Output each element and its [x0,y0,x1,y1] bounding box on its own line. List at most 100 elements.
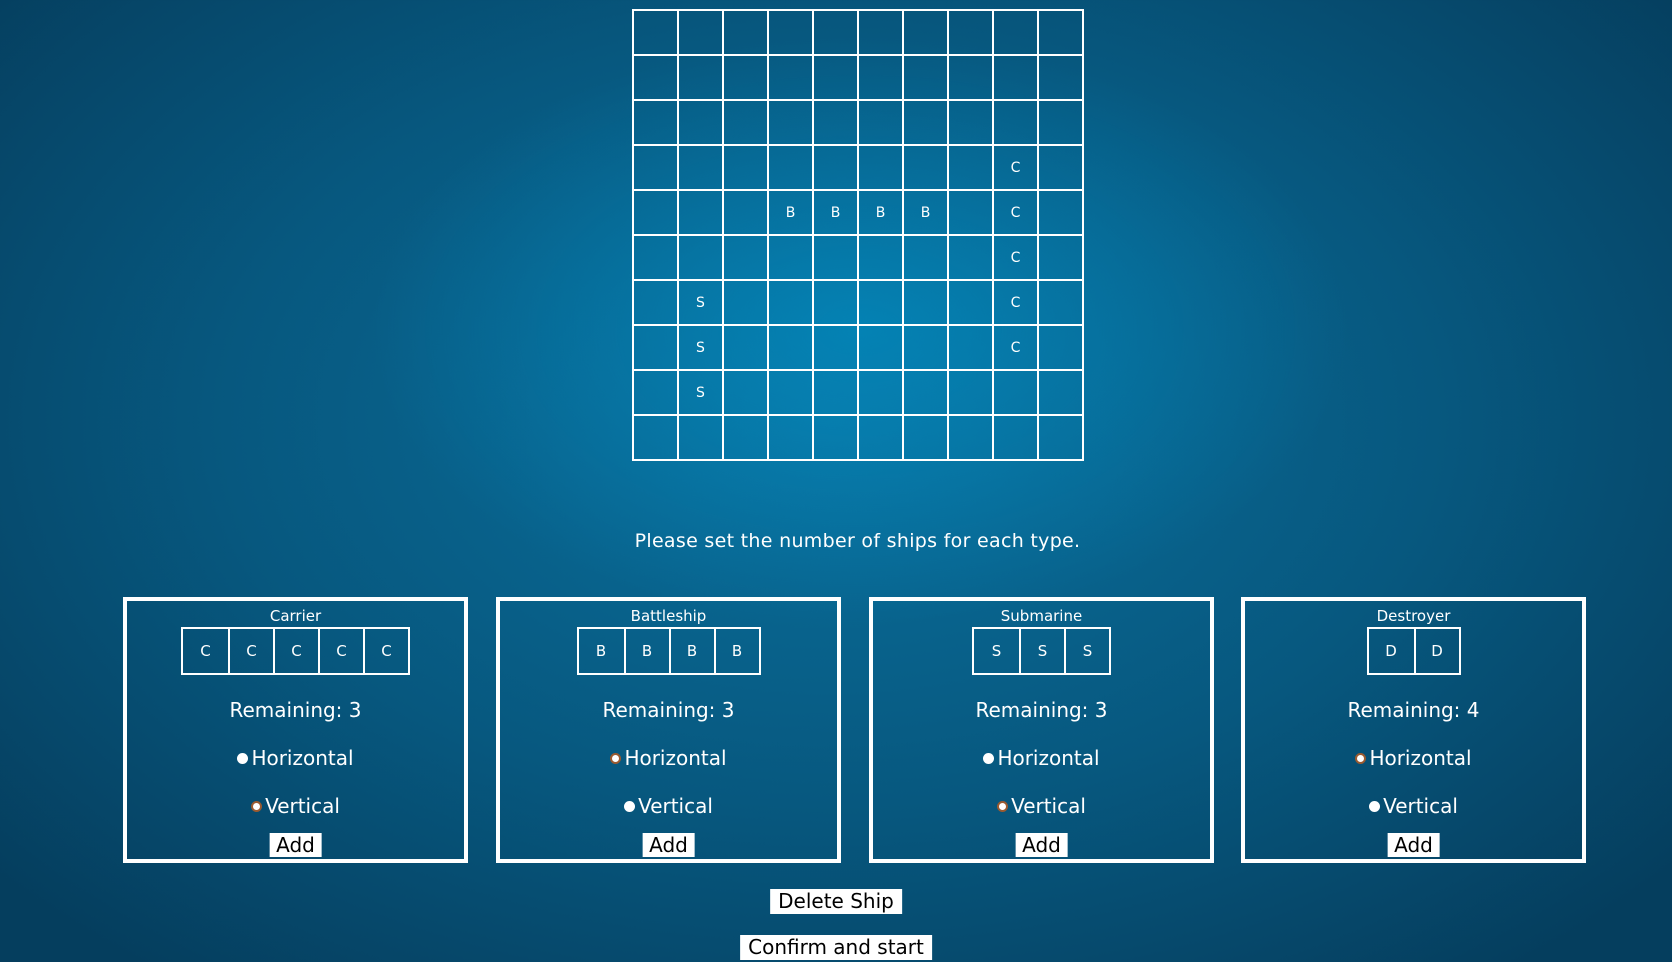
add-ship-button[interactable]: Add [1015,833,1068,857]
board-cell[interactable] [903,280,948,325]
board-cell[interactable] [813,235,858,280]
board-cell[interactable] [768,55,813,100]
board-cell[interactable] [903,370,948,415]
board-cell[interactable] [723,190,768,235]
board-cell[interactable] [768,235,813,280]
board-cell[interactable] [723,415,768,460]
confirm-start-button[interactable]: Confirm and start [740,935,932,960]
board-cell[interactable] [903,55,948,100]
add-ship-button[interactable]: Add [642,833,695,857]
board-cell[interactable]: C [993,190,1038,235]
board-cell[interactable] [858,280,903,325]
board-cell[interactable] [768,280,813,325]
board-cell[interactable] [633,145,678,190]
board-cell[interactable]: B [858,190,903,235]
board-cell[interactable] [948,55,993,100]
board-cell[interactable] [633,235,678,280]
add-ship-button[interactable]: Add [1387,833,1440,857]
board-cell[interactable]: B [903,190,948,235]
vertical-option[interactable]: Vertical [127,794,464,818]
board-cell[interactable] [948,145,993,190]
board-cell[interactable]: B [768,190,813,235]
horizontal-option[interactable]: Horizontal [127,746,464,770]
radio-selected-icon[interactable] [1369,800,1381,812]
board-cell[interactable] [813,100,858,145]
board-cell[interactable] [1038,235,1083,280]
board-cell[interactable] [1038,325,1083,370]
horizontal-option[interactable]: Horizontal [500,746,837,770]
vertical-option[interactable]: Vertical [873,794,1210,818]
board-cell[interactable] [813,370,858,415]
board-cell[interactable] [993,10,1038,55]
board-cell[interactable] [813,280,858,325]
board-cell[interactable] [678,145,723,190]
board-cell[interactable] [1038,100,1083,145]
board-cell[interactable] [768,370,813,415]
board-cell[interactable] [993,55,1038,100]
board-cell[interactable] [858,235,903,280]
board-cell[interactable]: C [993,145,1038,190]
board-cell[interactable]: C [993,280,1038,325]
board-cell[interactable] [948,190,993,235]
board-cell[interactable] [723,55,768,100]
board-cell[interactable] [948,415,993,460]
board-cell[interactable] [858,325,903,370]
board-cell[interactable] [813,55,858,100]
board-cell[interactable] [813,145,858,190]
board-cell[interactable] [1038,145,1083,190]
board-cell[interactable] [723,235,768,280]
board-cell[interactable] [903,415,948,460]
board-cell[interactable]: S [678,370,723,415]
board-cell[interactable] [723,325,768,370]
board-cell[interactable] [678,415,723,460]
board-cell[interactable] [858,100,903,145]
board-cell[interactable] [678,55,723,100]
board-cell[interactable] [633,370,678,415]
board-cell[interactable] [948,370,993,415]
board-cell[interactable] [903,145,948,190]
board-cell[interactable] [768,325,813,370]
radio-unselected-icon[interactable] [1355,752,1367,764]
board-cell[interactable] [903,100,948,145]
radio-unselected-icon[interactable] [610,752,622,764]
board-cell[interactable] [993,100,1038,145]
board-cell[interactable] [948,280,993,325]
board-cell[interactable] [768,100,813,145]
delete-ship-button[interactable]: Delete Ship [770,889,902,914]
board-cell[interactable] [858,145,903,190]
board-cell[interactable] [678,10,723,55]
board-cell[interactable] [948,100,993,145]
board-cell[interactable] [1038,10,1083,55]
board-cell[interactable] [993,415,1038,460]
board-cell[interactable] [858,10,903,55]
board-cell[interactable] [1038,190,1083,235]
board-cell[interactable] [633,10,678,55]
board-cell[interactable] [678,100,723,145]
board-cell[interactable] [1038,280,1083,325]
board-cell[interactable] [723,100,768,145]
board-cell[interactable] [1038,415,1083,460]
board-cell[interactable] [723,145,768,190]
radio-selected-icon[interactable] [624,800,636,812]
board-cell[interactable] [768,10,813,55]
board-cell[interactable] [723,280,768,325]
board-cell[interactable] [678,235,723,280]
radio-unselected-icon[interactable] [251,800,263,812]
board-cell[interactable]: S [678,280,723,325]
board-cell[interactable] [633,280,678,325]
board-cell[interactable] [813,415,858,460]
board-cell[interactable] [858,55,903,100]
board-cell[interactable] [993,370,1038,415]
board-cell[interactable] [633,415,678,460]
radio-unselected-icon[interactable] [997,800,1009,812]
board-cell[interactable] [723,370,768,415]
vertical-option[interactable]: Vertical [1245,794,1582,818]
board-cell[interactable] [948,235,993,280]
board-cell[interactable] [813,325,858,370]
radio-selected-icon[interactable] [983,752,995,764]
board-cell[interactable]: S [678,325,723,370]
board-cell[interactable] [723,10,768,55]
horizontal-option[interactable]: Horizontal [1245,746,1582,770]
add-ship-button[interactable]: Add [269,833,322,857]
board-cell[interactable] [903,325,948,370]
